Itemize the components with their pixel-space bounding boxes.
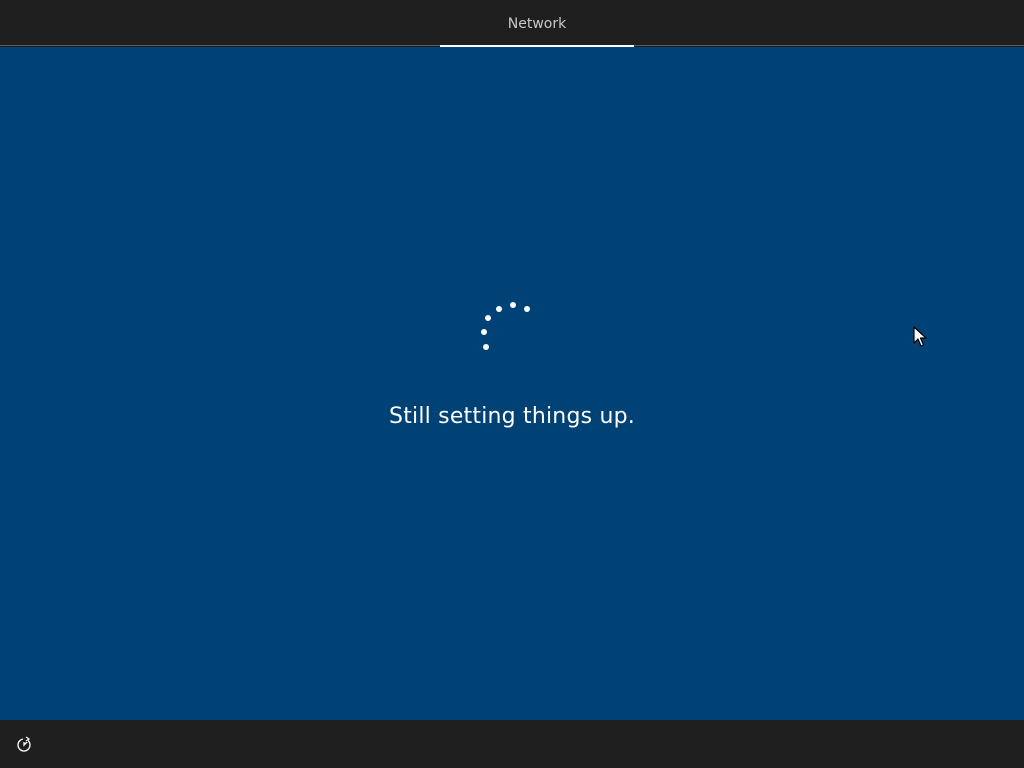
tab-network: Network — [440, 0, 634, 47]
top-bar: Network — [0, 0, 1024, 47]
ease-of-access-icon — [17, 736, 31, 752]
status-message: Still setting things up. — [389, 404, 635, 429]
ease-of-access-button[interactable] — [12, 733, 36, 757]
setup-progress-area: Still setting things up. — [0, 47, 1024, 720]
tab-network-label: Network — [507, 16, 567, 32]
mouse-pointer-icon — [913, 326, 927, 347]
bottom-bar — [0, 720, 1024, 768]
loading-spinner-icon — [481, 302, 530, 350]
